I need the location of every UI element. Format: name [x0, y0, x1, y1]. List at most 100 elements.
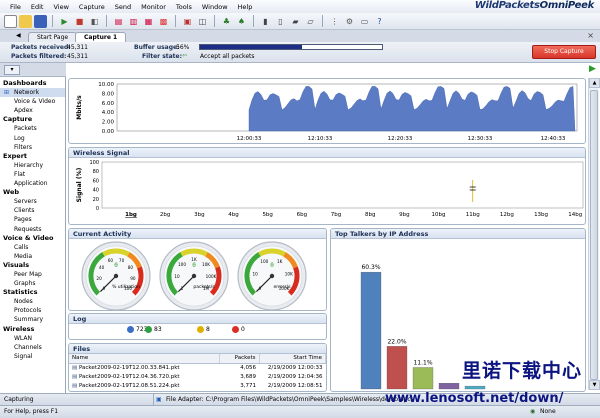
nav-group-visuals[interactable]: Visuals	[0, 261, 65, 270]
tab-capture-1[interactable]: Capture 1	[75, 32, 127, 42]
nav-item-summary[interactable]: Summary	[0, 315, 65, 324]
log-icon[interactable]: ▥	[127, 15, 140, 28]
wl-channel-label[interactable]: 1bg	[125, 212, 137, 218]
tt-bar[interactable]	[386, 346, 408, 390]
menu-send[interactable]: Send	[115, 3, 131, 11]
nav-item-signal[interactable]: Signal	[0, 352, 65, 361]
nav-item-calls[interactable]: Calls	[0, 243, 65, 252]
file-row[interactable]: ▤ Packet2009-02-19T12.04.36.720.pkt 3,689…	[69, 372, 326, 381]
nodes-icon[interactable]: ▩	[157, 15, 170, 28]
file-row[interactable]: ▤ Packet2009-02-19T12.08.51.224.pkt 3,771…	[69, 381, 326, 390]
nav-item-voice-video[interactable]: Voice & Video	[0, 97, 65, 106]
nav-group-capture[interactable]: Capture	[0, 115, 65, 124]
wl-channel-label[interactable]: 13bg	[534, 212, 548, 218]
watermark-chinese: 里诺下载中心	[462, 360, 583, 382]
nav-item-peer-map[interactable]: Peer Map	[0, 270, 65, 279]
statistics-icon[interactable]: ▯	[274, 15, 287, 28]
menu-file[interactable]: File	[10, 3, 21, 11]
monitor-icon[interactable]: ▭	[358, 15, 371, 28]
tab-scroll-icon[interactable]: ◀	[16, 32, 21, 39]
filters-icon[interactable]: ▦	[142, 15, 155, 28]
file-row[interactable]: ▤ Packet2009-02-19T12.00.33.841.pkt 4,056…	[69, 363, 326, 372]
menu-edit[interactable]: Edit	[31, 3, 44, 11]
nav-group-dashboards[interactable]: Dashboards	[0, 79, 65, 88]
files-col-name[interactable]: Name	[69, 354, 220, 364]
nav-item-network[interactable]: Network ⊞	[0, 88, 65, 98]
nav-group-wireless[interactable]: Wireless	[0, 325, 65, 334]
tt-bar[interactable]	[412, 367, 434, 390]
menu-monitor[interactable]: Monitor	[141, 3, 166, 11]
tt-bar[interactable]	[360, 271, 382, 390]
nav-item-apdex[interactable]: Apdex	[0, 106, 65, 115]
nav-item-graphs[interactable]: Graphs	[0, 279, 65, 288]
nav-item-pages[interactable]: Pages	[0, 215, 65, 224]
nav-item-servers[interactable]: Servers	[0, 197, 65, 206]
nav-item-log[interactable]: Log	[0, 134, 65, 143]
nav-group-expert[interactable]: Expert	[0, 152, 65, 161]
nav-item-requests[interactable]: Requests	[0, 225, 65, 234]
packets-icon[interactable]: ▤	[112, 15, 125, 28]
files-col-start-time[interactable]: Start Time	[259, 354, 326, 364]
menu-view[interactable]: View	[53, 3, 68, 11]
wl-channel-label[interactable]: 9bg	[399, 212, 409, 218]
wl-channel-label[interactable]: 14bg	[568, 212, 582, 218]
wl-channel-label[interactable]: 4bg	[228, 212, 238, 218]
wl-channel-label[interactable]: 6bg	[297, 212, 307, 218]
signal-icon[interactable]: ⋮	[328, 15, 341, 28]
protocols-icon[interactable]: ▣	[181, 15, 194, 28]
nav-group-voice-video[interactable]: Voice & Video	[0, 234, 65, 243]
scroll-thumb[interactable]	[590, 90, 598, 380]
settings-icon[interactable]: ⚙	[343, 15, 356, 28]
nav-item-packets[interactable]: Packets	[0, 124, 65, 133]
nav-item-application[interactable]: Application	[0, 179, 65, 188]
new-icon[interactable]	[4, 14, 17, 28]
nav-item-channels[interactable]: Channels	[0, 343, 65, 352]
nav-item-filters[interactable]: Filters	[0, 143, 65, 152]
capture-options-icon[interactable]: ◧	[88, 15, 101, 28]
nav-item-media[interactable]: Media	[0, 252, 65, 261]
nav-item-hierarchy[interactable]: Hierarchy	[0, 161, 65, 170]
menu-capture[interactable]: Capture	[79, 3, 105, 11]
wl-channel-label[interactable]: 10bg	[432, 212, 446, 218]
view-filter-icon[interactable]: ▾	[4, 65, 20, 75]
document-tabs: ◀ Start Page Capture 1 ×	[0, 30, 600, 42]
peer-map-icon[interactable]: ◫	[196, 15, 209, 28]
stop-capture-button[interactable]: Stop Capture	[532, 45, 596, 59]
wl-channel-label[interactable]: 12bg	[500, 212, 514, 218]
wl-channel-label[interactable]: 2bg	[160, 212, 170, 218]
menu-help[interactable]: Help	[238, 3, 253, 11]
graphs-icon[interactable]: ▮	[259, 15, 272, 28]
files-col-packets[interactable]: Packets	[219, 354, 260, 364]
close-tab-icon[interactable]: ×	[587, 31, 594, 40]
tt-bar[interactable]	[464, 385, 486, 390]
wireless-icon[interactable]: ♠	[235, 15, 248, 28]
nav-item-flat[interactable]: Flat	[0, 170, 65, 179]
wl-channel-label[interactable]: 3bg	[194, 212, 204, 218]
menu-tools[interactable]: Tools	[176, 3, 192, 11]
nav-item-wlan[interactable]: WLAN	[0, 334, 65, 343]
nav-item-clients[interactable]: Clients	[0, 206, 65, 215]
nav-group-statistics[interactable]: Statistics	[0, 288, 65, 297]
tt-bar[interactable]	[438, 383, 460, 390]
nav-item-protocols[interactable]: Protocols	[0, 306, 65, 315]
summary-icon[interactable]: ▰	[289, 15, 302, 28]
wl-channel-label[interactable]: 8bg	[365, 212, 375, 218]
save-icon[interactable]	[34, 14, 47, 28]
expert-icon[interactable]: ♣	[220, 15, 233, 28]
wl-channel-label[interactable]: 11bg	[466, 212, 480, 218]
wl-channel-label[interactable]: 7bg	[331, 212, 341, 218]
tab-start-page[interactable]: Start Page	[28, 32, 78, 42]
menu-window[interactable]: Window	[202, 3, 228, 11]
vertical-scrollbar[interactable]: ▲ ▼	[588, 78, 600, 390]
start-capture-icon[interactable]: ▶	[58, 15, 71, 28]
send-icon[interactable]: ▱	[304, 15, 317, 28]
nav-item-nodes[interactable]: Nodes	[0, 297, 65, 306]
open-icon[interactable]	[19, 14, 32, 28]
wl-channel-label[interactable]: 5bg	[262, 212, 272, 218]
scroll-up-icon[interactable]: ▲	[589, 78, 600, 88]
stop-capture-icon[interactable]: ■	[73, 15, 86, 28]
help-icon[interactable]: ?	[373, 15, 386, 28]
scroll-down-icon[interactable]: ▼	[589, 380, 600, 390]
next-icon[interactable]: ▶	[589, 64, 596, 74]
nav-group-web[interactable]: Web	[0, 188, 65, 197]
